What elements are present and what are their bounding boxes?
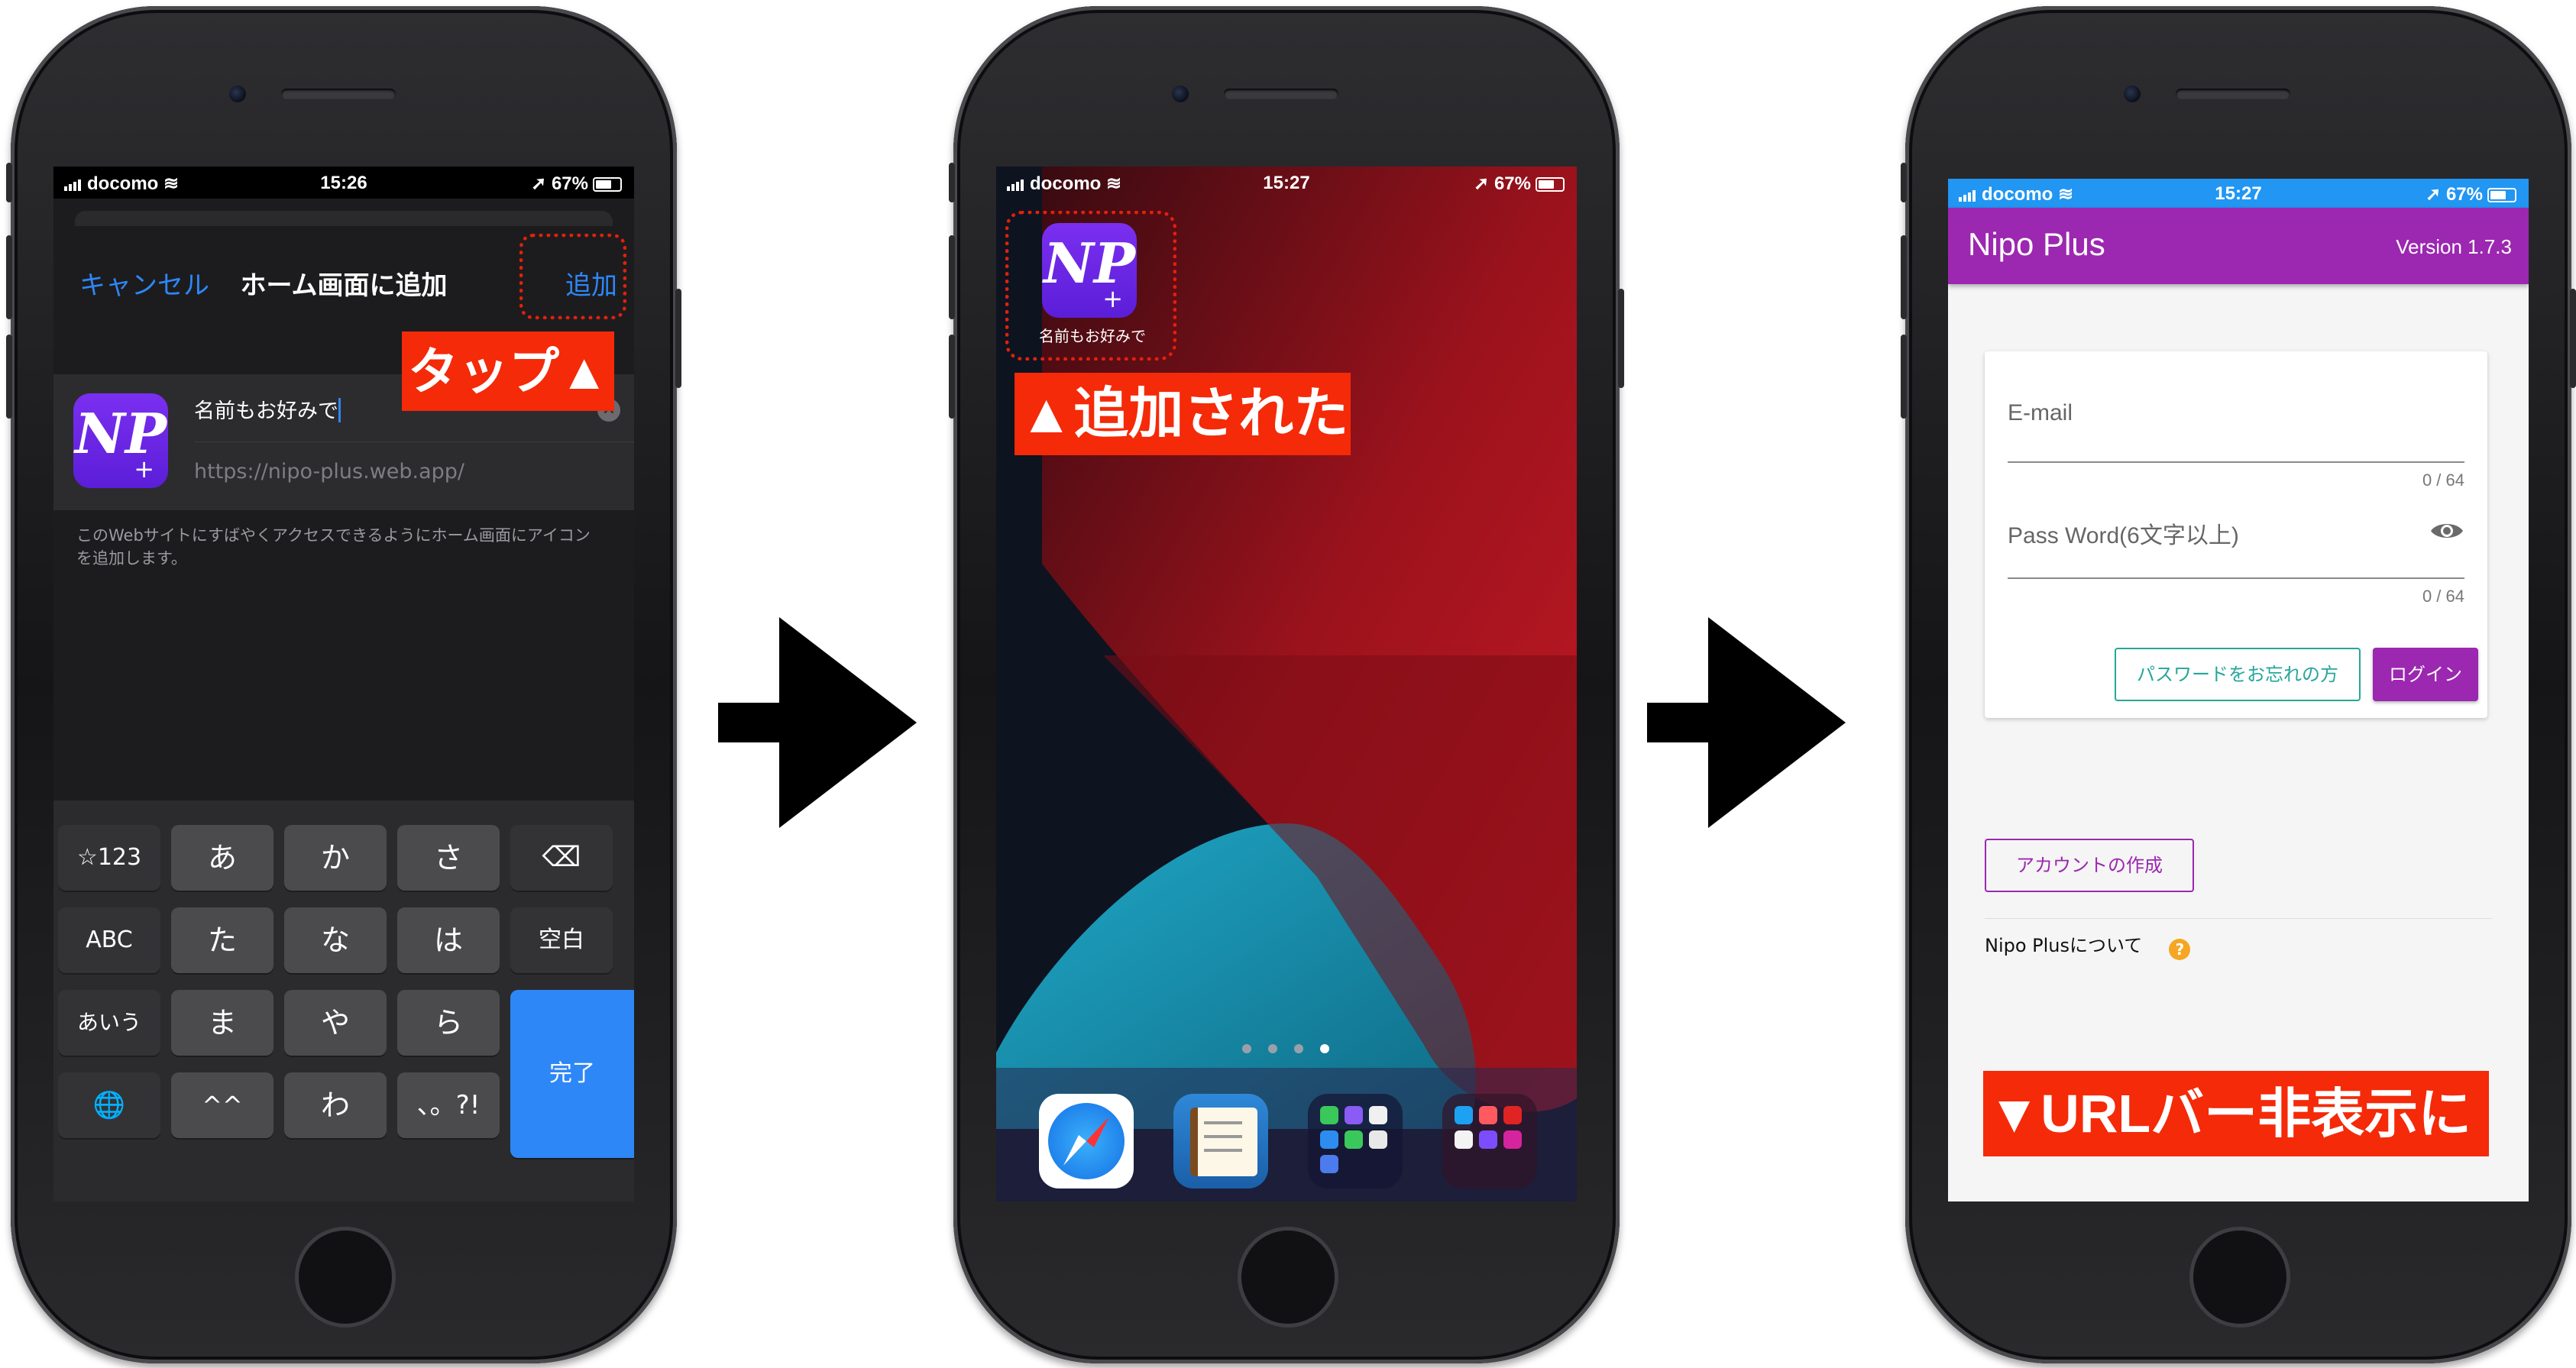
eye-icon[interactable] bbox=[2429, 519, 2464, 542]
status-bar: docomo ≋ 15:27 ➚ 67% bbox=[1948, 179, 2529, 208]
key-space[interactable]: 空白 bbox=[510, 907, 613, 973]
dock bbox=[996, 1068, 1577, 1201]
key-ya[interactable]: や bbox=[284, 990, 387, 1056]
tap-annotation: タップ▲ bbox=[402, 331, 614, 411]
added-annotation: ▲追加された bbox=[1015, 373, 1351, 455]
phone-frame-1: docomo ≋ 15:26 ➚ 67% キャンセル ホーム画面に追加 追加 N… bbox=[6, 6, 681, 1363]
add-highlight bbox=[519, 234, 626, 319]
next-arrow-icon bbox=[718, 617, 917, 828]
key-a[interactable]: あ bbox=[171, 825, 273, 891]
phone-frame-3: docomo ≋ 15:27 ➚ 67% Nipo Plus Version 1… bbox=[1901, 6, 2576, 1363]
home-button[interactable] bbox=[1238, 1227, 1338, 1328]
home-button[interactable] bbox=[2189, 1227, 2290, 1328]
page-indicator bbox=[1242, 1042, 1329, 1056]
key-na[interactable]: な bbox=[284, 907, 387, 973]
next-arrow-icon bbox=[1647, 617, 1846, 828]
key-ka[interactable]: か bbox=[284, 825, 387, 891]
key-punctuation[interactable]: 、。?! bbox=[397, 1072, 500, 1138]
planner-app-icon[interactable] bbox=[1173, 1094, 1268, 1189]
app-icon: NP + bbox=[73, 393, 168, 488]
folder-icon[interactable] bbox=[1308, 1094, 1403, 1189]
forgot-password-button[interactable]: パスワードをお忘れの方 bbox=[2115, 648, 2361, 701]
safari-icon[interactable] bbox=[1039, 1094, 1134, 1189]
key-emoticon[interactable]: ^^ bbox=[171, 1072, 273, 1138]
key-kana[interactable]: あいう bbox=[58, 990, 160, 1056]
key-numbers[interactable]: ☆123 bbox=[58, 825, 160, 891]
home-screen: docomo ≋ 15:27 ➚ 67% NP + 名前もお好みで ▲追加された bbox=[996, 167, 1577, 1201]
location-icon: ➚ bbox=[531, 173, 547, 194]
key-ta[interactable]: た bbox=[171, 907, 273, 973]
add-description: このWebサイトにすばやくアクセスできるようにホーム画面にアイコンを追加します。 bbox=[76, 526, 591, 568]
app-title: Nipo Plus bbox=[1968, 226, 2105, 262]
key-ha[interactable]: は bbox=[397, 907, 500, 973]
location-icon: ➚ bbox=[1474, 173, 1490, 194]
about-link[interactable]: Nipo Plusについて ? bbox=[1985, 930, 2191, 960]
app-bar: Nipo Plus Version 1.7.3 bbox=[1948, 208, 2529, 284]
app-highlight bbox=[1005, 211, 1176, 361]
battery-icon bbox=[1536, 177, 1565, 192]
home-app-nipo[interactable]: NP + 名前もお好みで bbox=[1004, 209, 1181, 362]
share-sheet-screen: docomo ≋ 15:26 ➚ 67% キャンセル ホーム画面に追加 追加 N… bbox=[53, 167, 634, 1201]
status-bar: docomo ≋ 15:26 ➚ 67% bbox=[53, 167, 634, 199]
key-ma[interactable]: ま bbox=[171, 990, 273, 1056]
help-icon: ? bbox=[2169, 939, 2191, 960]
delete-key-icon[interactable]: ⌫ bbox=[510, 825, 613, 891]
phone-frame-2: docomo ≋ 15:27 ➚ 67% NP + 名前もお好みで ▲追加された bbox=[949, 6, 1624, 1363]
social-folder-icon[interactable] bbox=[1442, 1094, 1537, 1189]
email-counter: 0 / 64 bbox=[2422, 471, 2464, 490]
status-bar: docomo ≋ 15:27 ➚ 67% bbox=[996, 167, 1577, 199]
create-account-button[interactable]: アカウントの作成 bbox=[1985, 839, 2194, 892]
key-ra[interactable]: ら bbox=[397, 990, 500, 1056]
login-screen: docomo ≋ 15:27 ➚ 67% Nipo Plus Version 1… bbox=[1948, 179, 2529, 1201]
key-abc[interactable]: ABC bbox=[58, 907, 160, 973]
globe-icon[interactable]: 🌐 bbox=[58, 1072, 160, 1138]
location-icon: ➚ bbox=[2426, 184, 2442, 205]
password-counter: 0 / 64 bbox=[2422, 587, 2464, 606]
battery-icon bbox=[593, 177, 622, 192]
app-version: Version 1.7.3 bbox=[2396, 235, 2512, 258]
key-done[interactable]: 完了 bbox=[510, 990, 634, 1158]
login-button[interactable]: ログイン bbox=[2373, 648, 2478, 701]
password-field[interactable]: Pass Word(6文字以上) bbox=[2008, 498, 2464, 579]
email-field[interactable]: E-mail bbox=[2008, 382, 2464, 463]
key-wa[interactable]: わ bbox=[284, 1072, 387, 1138]
key-sa[interactable]: さ bbox=[397, 825, 500, 891]
url-field: https://nipo-plus.web.app/ bbox=[194, 460, 465, 483]
keyboard: ☆123 あ か さ ⌫ ABC た な は 空白 あいう ま や ら 完了 🌐… bbox=[53, 800, 634, 1201]
home-button[interactable] bbox=[295, 1227, 396, 1328]
battery-icon bbox=[2487, 188, 2516, 202]
url-bar-annotation: ▼URLバー非表示に bbox=[1983, 1071, 2489, 1156]
login-card: E-mail 0 / 64 Pass Word(6文字以上) 0 / 64 パス… bbox=[1985, 351, 2487, 718]
